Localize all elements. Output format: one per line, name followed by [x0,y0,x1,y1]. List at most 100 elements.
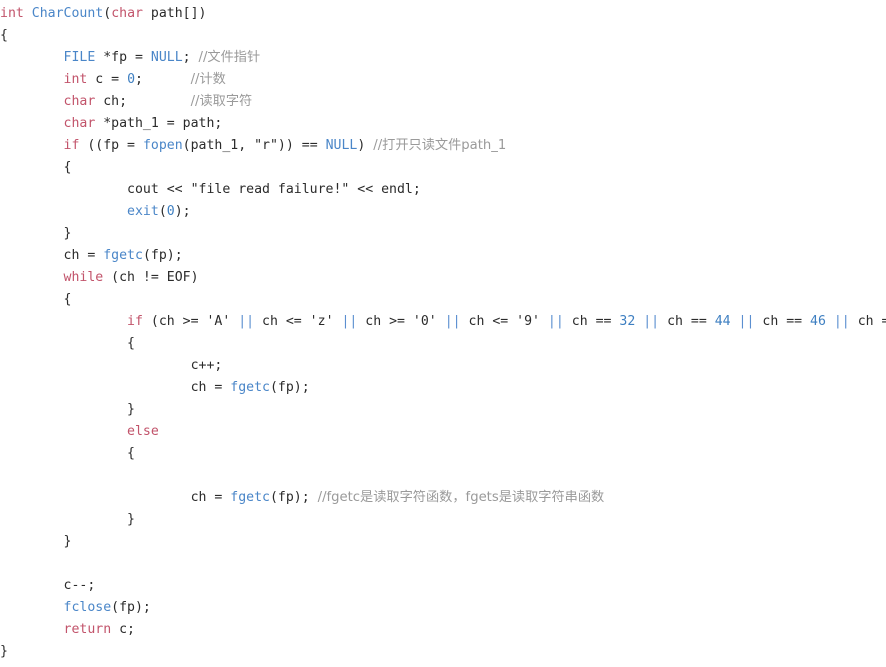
code-token-op: || [341,314,358,329]
code-token-fn: fopen [142,138,183,153]
code-token-plain: (fp); [142,248,183,263]
code-comment: //fgetc是读取字符函数，fgets是读取字符串函数 [317,490,605,505]
code-token-kw: int [0,6,24,21]
code-token-plain: ch = [190,380,231,395]
code-token-plain: ch; [95,94,128,109]
code-token-fn: fclose [63,600,112,615]
code-token-kw: else [127,424,159,439]
code-token-type: NULL [325,138,358,153]
code-comment: //计数 [190,72,226,87]
code-token-plain: ch = [190,490,231,505]
code-token-plain: (fp); [269,490,310,505]
code-token-num: 44 [714,314,731,329]
comment-gap [127,94,191,109]
code-token-op: || [738,314,755,329]
code-token-plain: ch <= 'z' [254,314,342,329]
code-token-op: || [444,314,461,329]
code-token-op: || [238,314,255,329]
code-viewer[interactable]: int CharCount(char path[]){ FILE *fp = N… [0,3,886,667]
code-token-plain: ch == [659,314,715,329]
code-token-type: FILE [63,50,96,65]
code-token-kw: if [63,138,80,153]
code-token-plain: ; [182,50,191,65]
code-token-plain: { [63,292,72,307]
code-token-plain: { [127,446,135,461]
code-token-plain: ch == [754,314,811,329]
code-line: ch = fgetc(fp); [0,377,886,399]
code-token-plain: } [63,534,72,549]
code-token-plain: ( [103,6,112,21]
code-token-plain: (ch != EOF) [103,270,199,285]
code-token-plain: ( [158,204,167,219]
code-line: c--; [0,575,886,597]
code-token-type: NULL [150,50,183,65]
code-token-plain: (fp); [269,380,310,395]
code-token-kw: return [63,622,112,637]
code-token-plain: ((fp = [79,138,143,153]
code-token-plain: ; [135,72,143,87]
code-token-kw: while [63,270,104,285]
code-line: } [0,223,886,245]
code-token-op: || [833,314,850,329]
code-token-plain: c; [111,622,135,637]
code-token-kw: char [63,94,96,109]
code-token-plain: c++; [190,358,223,373]
code-token-plain: } [127,512,135,527]
code-token-plain: c = [87,72,128,87]
code-token-plain: *fp = [95,50,151,65]
code-token-plain: { [63,160,72,175]
code-line: char *path_1 = path; [0,113,886,135]
code-line: } [0,509,886,531]
code-token-plain: { [0,28,8,43]
code-token-plain: ch <= '9' [460,314,548,329]
code-token-op: || [643,314,660,329]
code-comment: //读取字符 [190,94,253,109]
code-line: c++; [0,355,886,377]
code-line: { [0,157,886,179]
code-line: exit(0); [0,201,886,223]
code-line: fclose(fp); [0,597,886,619]
code-token-kw: if [127,314,143,329]
code-token-plain: *path_1 = path; [95,116,223,131]
code-line: FILE *fp = NULL; //文件指针 [0,47,886,69]
code-token-plain: ch >= '0' [357,314,445,329]
code-comment: //打开只读文件path_1 [373,138,507,153]
code-token-num: 0 [166,204,175,219]
code-line: while (ch != EOF) [0,267,886,289]
code-line: return c; [0,619,886,641]
code-line: if ((fp = fopen(path_1, "r")) == NULL) /… [0,135,886,157]
code-line: int c = 0; //计数 [0,69,886,91]
code-token-plain: { [127,336,135,351]
code-token-num: 32 [619,314,636,329]
code-line: char ch; //读取字符 [0,91,886,113]
code-token-num: 46 [810,314,826,329]
code-token-fn: exit [127,204,159,219]
code-token-plain: } [63,226,72,241]
code-token-plain: ch = [63,248,104,263]
code-line: if (ch >= 'A' || ch <= 'z' || ch >= '0' … [0,311,886,333]
code-line: { [0,333,886,355]
code-line: { [0,289,886,311]
code-line: } [0,399,886,421]
code-line: } [0,641,886,663]
